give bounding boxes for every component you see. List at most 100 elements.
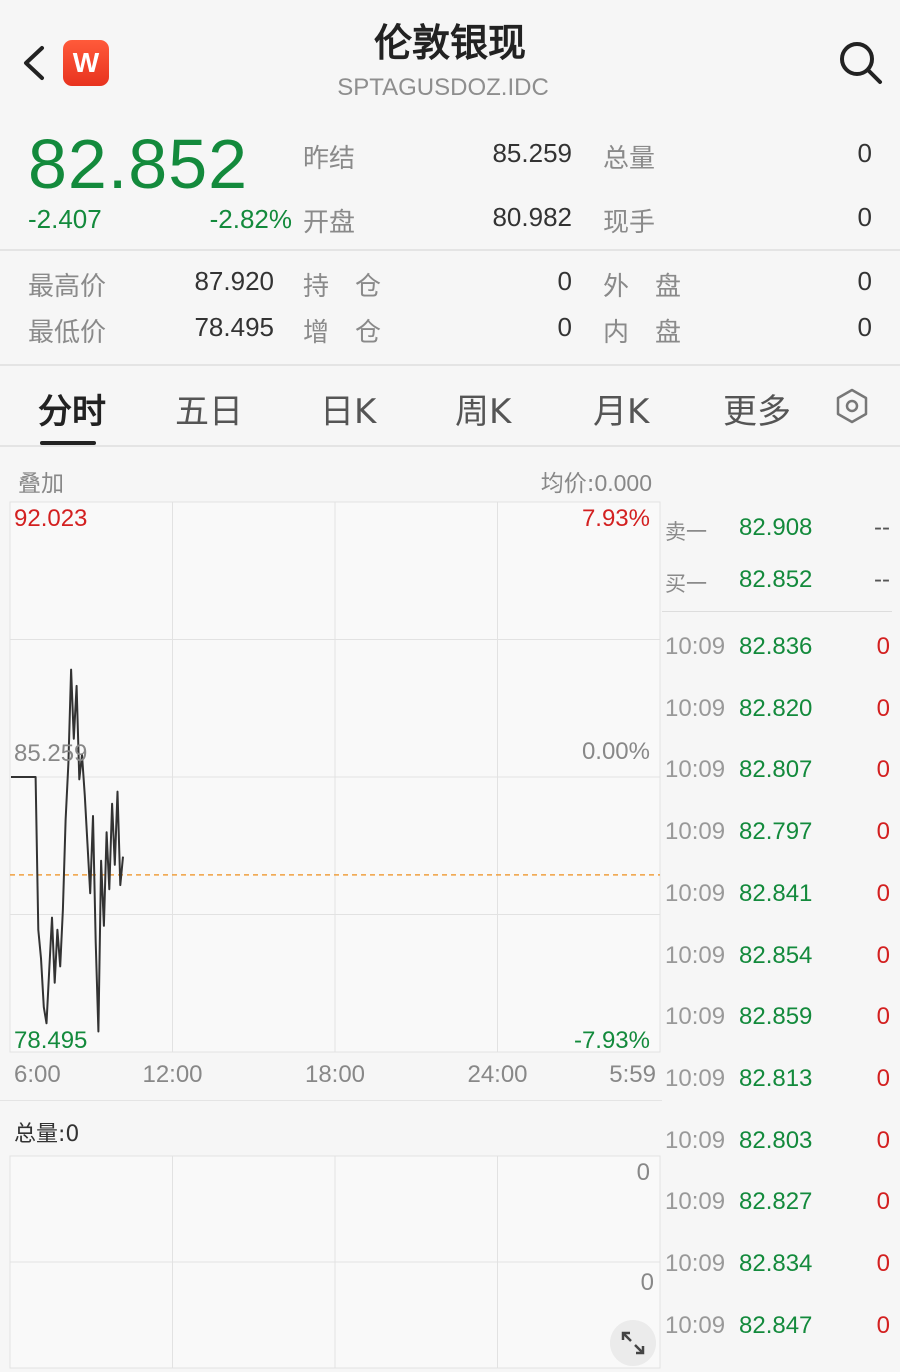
search-icon[interactable] <box>836 38 884 86</box>
x-tick-label: 5:59 <box>609 1061 656 1088</box>
last-price: 82.852 <box>28 125 249 203</box>
high-value: 87.920 <box>194 266 274 296</box>
tick-time: 10:09 <box>665 879 726 907</box>
increase-value: 0 <box>557 312 572 342</box>
tick-time: 10:09 <box>665 1003 726 1031</box>
tab-intraday[interactable]: 分时 <box>38 384 106 433</box>
tick-price: 82.854 <box>739 941 813 969</box>
tick-row: 10:09 82.854 0 <box>662 936 892 976</box>
inner-label: 内 盘 <box>603 318 682 348</box>
tick-volume: 0 <box>876 1188 890 1216</box>
divider <box>0 249 900 251</box>
high-label: 最高价 <box>28 272 107 302</box>
tick-volume: 0 <box>876 818 890 846</box>
tick-time: 10:09 <box>665 694 726 722</box>
x-tick-label: 18:00 <box>305 1061 365 1088</box>
tick-price: 82.803 <box>739 1126 813 1154</box>
outer-value: 0 <box>857 266 872 296</box>
expand-icon[interactable] <box>610 1320 656 1366</box>
tick-price: 82.827 <box>739 1188 813 1216</box>
avg-price-label: 均价: <box>540 471 595 497</box>
tab-more[interactable]: 更多 <box>723 384 791 433</box>
tick-price: 82.859 <box>739 1003 813 1031</box>
tick-volume: 0 <box>876 1126 890 1154</box>
page-title: 伦敦银现 <box>373 21 526 65</box>
tab-daily-k[interactable]: 日K <box>320 384 376 433</box>
bid-price: 82.852 <box>739 566 813 593</box>
tick-row: 10:09 82.827 0 <box>662 1182 892 1222</box>
open-value: 80.982 <box>492 202 572 232</box>
inner-value: 0 <box>857 312 872 342</box>
tick-row: 10:09 82.803 0 <box>662 1121 892 1161</box>
prev-close-value: 85.259 <box>492 138 572 168</box>
overlay-button[interactable]: 叠加 <box>18 464 64 498</box>
tick-time: 10:09 <box>665 1188 726 1216</box>
bid-volume: -- <box>874 566 890 593</box>
tick-price: 82.813 <box>739 1064 813 1092</box>
tick-volume: 0 <box>876 941 890 969</box>
y-mid-label: 85.259 <box>14 740 87 767</box>
ask-label: 卖一 <box>665 520 707 544</box>
header: W 伦敦银现 SPTAGUSDOZ.IDC <box>0 0 900 120</box>
bid-label: 买一 <box>665 572 707 596</box>
increase-label: 增 仓 <box>303 318 382 348</box>
divider <box>662 611 892 612</box>
tick-row: 10:09 82.836 0 <box>662 627 892 667</box>
tick-time: 10:09 <box>665 818 726 846</box>
tick-time: 10:09 <box>665 1064 726 1092</box>
tick-price: 82.834 <box>739 1250 813 1277</box>
pct-mid-label: 0.00% <box>582 738 650 765</box>
prev-close-label: 昨结 <box>303 144 356 174</box>
tick-price: 82.841 <box>739 879 813 907</box>
intraday-price-chart[interactable]: 92.023 85.259 78.495 7.93% 0.00% -7.93% … <box>0 498 662 1098</box>
tab-monthly-k[interactable]: 月K <box>593 384 649 433</box>
tick-price: 82.797 <box>739 818 813 846</box>
bid-row: 买一 82.852 -- <box>662 560 892 600</box>
pct-max-label: 7.93% <box>582 505 650 532</box>
x-tick-label: 12:00 <box>142 1061 202 1088</box>
position-label: 持 仓 <box>303 272 382 302</box>
tick-volume: 0 <box>876 756 890 784</box>
tick-price: 82.847 <box>739 1311 813 1339</box>
tick-volume: 0 <box>876 1311 890 1339</box>
outer-label: 外 盘 <box>603 272 682 302</box>
tick-time: 10:09 <box>665 1126 726 1154</box>
tick-volume: 0 <box>876 694 890 722</box>
tick-volume: 0 <box>876 1250 890 1277</box>
tick-row: 10:09 82.807 0 <box>662 750 892 790</box>
open-label: 开盘 <box>303 208 356 238</box>
pct-min-label: -7.93% <box>574 1027 650 1054</box>
tab-five-day[interactable]: 五日 <box>175 384 243 433</box>
low-label: 最低价 <box>28 318 107 348</box>
price-change: -2.407 <box>28 204 102 234</box>
tick-volume: 0 <box>876 633 890 660</box>
x-tick-label: 6:00 <box>14 1061 61 1088</box>
price-change-pct: -2.82% <box>209 204 292 234</box>
ask-price: 82.908 <box>739 514 813 541</box>
tick-row: 10:09 82.847 0 <box>662 1306 892 1346</box>
current-hand-label: 现手 <box>603 208 656 238</box>
y-max-label: 92.023 <box>14 505 87 532</box>
divider <box>0 364 900 366</box>
y-min-label: 78.495 <box>14 1027 87 1054</box>
volume-label: 总量 <box>603 144 656 174</box>
tick-price: 82.820 <box>739 694 813 722</box>
tick-time: 10:09 <box>665 633 726 660</box>
avg-price-value: 0.000 <box>594 470 652 496</box>
volume-axis-label: 0 <box>641 1269 654 1296</box>
tick-time: 10:09 <box>665 1311 726 1339</box>
ask-row: 卖一 82.908 -- <box>662 508 892 548</box>
tick-time: 10:09 <box>665 1250 726 1277</box>
tab-weekly-k[interactable]: 周K <box>455 384 511 433</box>
avg-price: 均价:0.000 <box>480 464 652 498</box>
tick-row: 10:09 82.841 0 <box>662 874 892 914</box>
tick-row: 10:09 82.859 0 <box>662 997 892 1037</box>
current-hand-value: 0 <box>857 202 872 232</box>
position-value: 0 <box>557 266 572 296</box>
tick-row: 10:09 82.797 0 <box>662 812 892 852</box>
settings-hexagon-icon[interactable] <box>832 386 872 426</box>
tick-volume: 0 <box>876 1064 890 1092</box>
instrument-code: SPTAGUSDOZ.IDC <box>337 74 549 101</box>
tick-volume: 0 <box>876 1003 890 1031</box>
tick-time: 10:09 <box>665 941 726 969</box>
